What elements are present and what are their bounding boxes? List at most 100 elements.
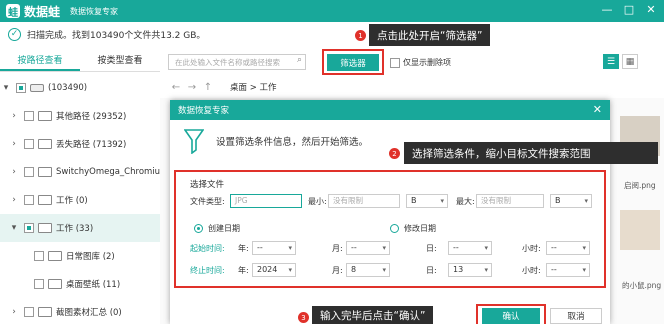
min-unit-value: B	[411, 196, 417, 205]
forward-arrow-icon[interactable]: →	[184, 82, 200, 93]
tab-by-type[interactable]: 按类型查看	[80, 50, 160, 71]
max-size-unit-select[interactable]: B ▾	[550, 194, 592, 208]
chevron-down-icon: ▾	[440, 197, 444, 205]
show-deleted-checkbox[interactable]	[390, 57, 400, 68]
end-month-label: 月:	[332, 266, 343, 275]
chevron-down-icon[interactable]: ▾	[0, 83, 12, 93]
chevron-down-icon: ▾	[584, 197, 588, 205]
end-day-select[interactable]: 13 ▾	[448, 263, 492, 277]
chevron-right-icon[interactable]: ›	[8, 111, 20, 121]
chevron-down-icon: ▾	[382, 266, 386, 274]
file-type-label: 文件类型:	[190, 197, 225, 206]
search-icon[interactable]: ⌕	[297, 55, 302, 65]
start-year-value: --	[257, 243, 263, 252]
chevron-right-icon[interactable]: ›	[8, 307, 20, 317]
tree-checkbox[interactable]	[24, 307, 34, 317]
grid-view-icon[interactable]: ▦	[622, 54, 638, 69]
tree-item-wallpapers[interactable]: 桌面壁纸 (11)	[0, 270, 160, 298]
folder-icon	[38, 111, 52, 121]
end-hour-value: --	[551, 265, 557, 274]
close-icon[interactable]: ✕	[644, 3, 658, 16]
callout-step-1: 点击此处开启“筛选器”	[369, 24, 491, 46]
chevron-down-icon: ▾	[484, 244, 488, 252]
end-hour-label: 小时:	[522, 266, 541, 275]
tree-checkbox[interactable]	[34, 279, 44, 289]
title-bar: 蛙 数据蛙 数据恢复专家 — □ ✕	[0, 0, 664, 22]
tree-item-work[interactable]: ▾ 工作 (33)	[0, 214, 160, 242]
tree-item-other-paths[interactable]: › 其他路径 (29352)	[0, 102, 160, 130]
scan-status-text: 扫描完成。找到103490个文件共13.2 GB。	[27, 30, 206, 41]
tab-by-path[interactable]: 按路径查看	[0, 50, 80, 71]
show-deleted-option[interactable]: 仅显示删除项	[390, 57, 451, 68]
app-name: 数据蛙	[24, 4, 61, 19]
tree-checkbox[interactable]	[24, 223, 34, 233]
list-view-icon[interactable]: ☰	[603, 54, 619, 69]
folder-icon	[38, 139, 52, 149]
tree-item-work-empty[interactable]: › 工作 (0)	[0, 186, 160, 214]
start-year-label: 年:	[238, 244, 249, 253]
min-size-input[interactable]: 没有限制	[328, 194, 400, 208]
end-time-label: 终止时间:	[190, 266, 225, 275]
chevron-down-icon[interactable]: ▾	[8, 223, 20, 233]
tree-checkbox[interactable]	[24, 139, 34, 149]
tree-checkbox[interactable]	[34, 251, 44, 261]
start-month-select[interactable]: -- ▾	[346, 241, 390, 255]
back-arrow-icon[interactable]: ←	[168, 82, 184, 93]
view-mode-switch: ☰ ▦	[603, 54, 638, 69]
dialog-intro-text: 设置筛选条件信息，然后开始筛选。	[216, 137, 369, 148]
callout-step-2: 选择筛选条件，缩小目标文件搜索范围	[404, 142, 658, 164]
max-unit-value: B	[555, 196, 561, 205]
dialog-close-icon[interactable]: ✕	[593, 103, 602, 116]
file-thumbnail[interactable]	[620, 210, 660, 250]
start-year-select[interactable]: -- ▾	[252, 241, 296, 255]
chevron-down-icon: ▾	[288, 244, 292, 252]
filter-button[interactable]: 筛选器	[327, 54, 379, 71]
tree-item-daily-gallery[interactable]: 日常图库 (2)	[0, 242, 160, 270]
min-size-unit-select[interactable]: B ▾	[406, 194, 448, 208]
check-circle-icon: ✓	[8, 27, 21, 41]
up-arrow-icon[interactable]: ↑	[200, 82, 216, 93]
tree-item-label: 截图素材汇总 (0)	[56, 308, 122, 318]
end-year-select[interactable]: 2024 ▾	[252, 263, 296, 277]
step-badge-3: 3	[298, 312, 309, 323]
end-month-select[interactable]: 8 ▾	[346, 263, 390, 277]
file-type-input[interactable]: JPG	[230, 194, 302, 208]
cancel-button[interactable]: 取消	[550, 308, 602, 324]
folder-icon	[48, 251, 62, 261]
chevron-down-icon: ▾	[484, 266, 488, 274]
tree-checkbox[interactable]	[24, 111, 34, 121]
tree-item-lost-paths[interactable]: › 丢失路径 (71392)	[0, 130, 160, 158]
search-input[interactable]: 在此处输入文件名称或路径搜索	[168, 54, 306, 70]
funnel-icon	[184, 129, 204, 154]
chevron-down-icon: ▾	[582, 266, 586, 274]
chevron-down-icon: ▾	[382, 244, 386, 252]
start-time-label: 起始时间:	[190, 244, 225, 253]
start-hour-select[interactable]: -- ▾	[546, 241, 590, 255]
end-hour-select[interactable]: -- ▾	[546, 263, 590, 277]
tree-checkbox[interactable]	[24, 195, 34, 205]
modified-date-label: 修改日期	[404, 224, 436, 233]
start-day-label: 日:	[426, 244, 437, 253]
chevron-right-icon[interactable]: ›	[8, 167, 20, 177]
tree-item-root[interactable]: ▾ (103490)	[0, 74, 160, 102]
tree-item-label: 工作 (0)	[56, 196, 88, 206]
tree-item-switchyomega[interactable]: › SwitchyOmega_Chromium	[0, 158, 160, 186]
minimize-icon[interactable]: —	[600, 3, 614, 16]
max-size-input[interactable]: 没有限制	[476, 194, 544, 208]
window-controls: — □ ✕	[600, 3, 658, 16]
created-date-label: 创建日期	[208, 224, 240, 233]
tree-checkbox[interactable]	[24, 167, 34, 177]
start-day-select[interactable]: -- ▾	[448, 241, 492, 255]
chevron-right-icon[interactable]: ›	[8, 139, 20, 149]
maximize-icon[interactable]: □	[622, 3, 636, 16]
modified-date-radio[interactable]	[390, 224, 399, 233]
created-date-radio[interactable]	[194, 224, 203, 233]
step-badge-2: 2	[389, 148, 400, 159]
confirm-button[interactable]: 确认	[482, 308, 540, 324]
chevron-right-icon[interactable]: ›	[8, 195, 20, 205]
end-year-value: 2024	[257, 265, 278, 274]
tree-item-screenshots[interactable]: › 截图素材汇总 (0)	[0, 298, 160, 324]
tree-checkbox[interactable]	[16, 83, 26, 93]
dialog-title: 数据恢复专家	[178, 106, 230, 116]
step-badge-1: 1	[355, 30, 366, 41]
